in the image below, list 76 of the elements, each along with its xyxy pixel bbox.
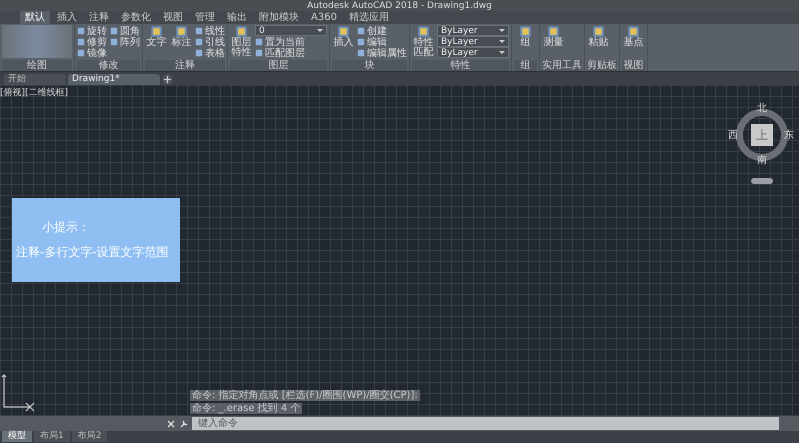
panel-title: 组	[514, 60, 537, 71]
layout-tab[interactable]: 模型	[2, 431, 32, 442]
ribbon-tab[interactable]: 输出	[222, 11, 252, 24]
tool-icon	[175, 25, 188, 38]
ribbon-tool-button[interactable]: 旋转	[77, 25, 107, 36]
panel-title: 实用工具	[542, 60, 582, 71]
ribbon-tab[interactable]: 默认	[20, 11, 50, 24]
compass-label[interactable]: 西	[728, 130, 738, 141]
ribbon-tool-button[interactable]: 创建	[357, 25, 407, 36]
wcs-button[interactable]	[751, 178, 773, 184]
ribbon-tool-button[interactable]: 插入	[332, 25, 355, 59]
tool-icon	[627, 25, 640, 38]
ribbon-tool-button[interactable]: 阵列	[110, 36, 140, 47]
panel-title: 剪贴板	[587, 60, 617, 71]
ribbon-tab[interactable]: 管理	[190, 11, 220, 24]
ribbon-tool-button[interactable]: 组	[514, 25, 537, 59]
ribbon-tab[interactable]: 视图	[158, 11, 188, 24]
ribbon-tab[interactable]: 精选应用	[344, 11, 394, 24]
window-title: Autodesk AutoCAD 2018 - Drawing1.dwg	[307, 0, 492, 10]
file-tab[interactable]: Drawing1*	[68, 74, 160, 85]
ribbon-tab[interactable]: 附加模块	[254, 11, 304, 24]
tool-icon	[337, 25, 350, 38]
ribbon-tool-button[interactable]: 圆角	[110, 25, 140, 36]
tool-icon	[235, 25, 248, 38]
tool-icon	[547, 25, 560, 38]
panel-title: 修改	[77, 60, 140, 71]
ribbon-tab[interactable]: 参数化	[116, 11, 156, 24]
ribbon-tool-button[interactable]: 匹配图层	[255, 47, 327, 58]
ribbon-tab[interactable]: 注释	[84, 11, 114, 24]
layout-tab[interactable]: 布局2	[72, 431, 108, 442]
panel-title: 绘图	[2, 60, 72, 71]
panel-title: 视图	[622, 60, 645, 71]
blurred-region	[2, 25, 72, 58]
viewcube-face[interactable]: 上	[751, 124, 773, 146]
ribbon-tool-button[interactable]: 文字	[145, 25, 168, 59]
hint-text: 注释-多行文字-设置文字范围	[16, 244, 170, 261]
ribbon-tool-button[interactable]: 标注	[170, 25, 193, 59]
new-tab-button[interactable]	[162, 74, 173, 85]
dropdown-field[interactable]: ByLayer	[437, 36, 509, 47]
ribbon-tool-button[interactable]: 测量	[542, 25, 565, 59]
panel-title: 特性	[412, 60, 509, 71]
ribbon-tool-button[interactable]: 引线	[195, 36, 225, 47]
panel-title: 图层	[230, 60, 327, 71]
wrench-icon[interactable]	[179, 418, 189, 428]
compass-label[interactable]: 东	[784, 130, 794, 141]
ribbon-tab[interactable]: 插入	[52, 11, 82, 24]
tool-icon	[150, 25, 163, 38]
ribbon-tool-button[interactable]: 粘贴	[587, 25, 610, 59]
ribbon-tool-button[interactable]: 置为当前	[255, 36, 327, 47]
panel-title: 块	[332, 60, 407, 71]
ribbon-tool-button[interactable]: 表格	[195, 47, 225, 58]
tool-icon	[519, 25, 532, 38]
close-icon[interactable]	[166, 418, 176, 428]
viewport-label[interactable]: [俯视][二维线框]	[0, 86, 68, 99]
panel-title: 注释	[145, 60, 225, 71]
compass-label[interactable]: 北	[757, 103, 767, 114]
dropdown-field[interactable]: 0	[255, 25, 327, 36]
dropdown-field[interactable]: ByLayer	[437, 47, 509, 58]
ribbon-tool-button[interactable]: 特性匹配	[412, 25, 435, 59]
drawing-canvas[interactable]: [俯视][二维线框] 小提示： 注释-多行文字-设置文字范围 北 西 上 东 南 命令: 指定对角点或 [栏选(F)/圈围(WP)/圈交(CP)]: 命令: _.erase 找到 4 个	[0, 85, 799, 416]
ribbon-tool-button[interactable]: 线性	[195, 25, 225, 36]
ribbon-tool-button[interactable]: 基点	[622, 25, 645, 59]
ribbon-tool-button[interactable]: 修剪	[77, 36, 107, 47]
tool-icon	[592, 25, 605, 38]
command-input-field[interactable]: 键入命令	[192, 417, 779, 430]
ribbon-tool-button[interactable]: 编辑	[357, 36, 407, 47]
dropdown-field[interactable]: ByLayer	[437, 25, 509, 36]
ribbon-tab[interactable]: A360	[306, 11, 342, 24]
layout-tab[interactable]: 布局1	[34, 431, 70, 442]
file-tab[interactable]: 开始	[4, 74, 66, 85]
ribbon-tool-button[interactable]: 编辑属性	[357, 47, 407, 58]
ribbon-tool-button[interactable]: 图层特性	[230, 25, 253, 59]
hint-title: 小提示：	[42, 219, 91, 236]
compass-label[interactable]: 南	[757, 155, 767, 166]
ribbon-tool-button[interactable]: 镜像	[77, 47, 107, 58]
tool-icon	[417, 25, 430, 38]
